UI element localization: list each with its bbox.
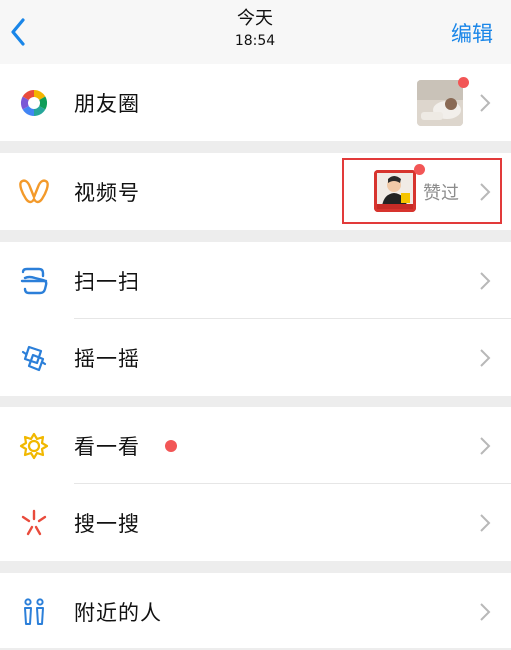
list-item-people-nearby[interactable]: 附近的人 [0, 573, 511, 650]
top-stories-badge [165, 440, 177, 452]
group-scan-shake: 扫一扫 摇一摇 [0, 242, 511, 396]
group-channels: 视频号 赞过 [0, 153, 511, 230]
channels-label: 视频号 [74, 180, 140, 205]
chevron-right-icon [480, 513, 491, 532]
chevron-right-icon [480, 182, 491, 201]
shake-label: 摇一摇 [74, 346, 140, 371]
group-moments: 朋友圈 [0, 64, 511, 141]
channels-badge [414, 164, 425, 175]
group-stories-search: 看一看 搜一搜 [0, 407, 511, 561]
people-nearby-label: 附近的人 [74, 600, 162, 625]
top-stories-icon [18, 430, 50, 462]
chevron-right-icon [480, 93, 491, 112]
nav-title-block: 今天 18:54 [155, 8, 355, 50]
moments-label: 朋友圈 [74, 91, 140, 116]
moments-thumbnail [417, 80, 463, 126]
group-nearby: 附近的人 [0, 573, 511, 648]
channels-icon [18, 176, 50, 208]
list-item-search[interactable]: 搜一搜 [0, 484, 511, 561]
top-stories-label: 看一看 [74, 434, 140, 459]
list-item-top-stories[interactable]: 看一看 [0, 407, 511, 484]
search-icon [18, 507, 50, 539]
chevron-left-icon [11, 18, 25, 46]
chevron-right-icon [480, 348, 491, 367]
back-button[interactable] [4, 12, 32, 52]
nav-title: 今天 [237, 8, 273, 29]
scan-label: 扫一扫 [74, 269, 140, 294]
moments-badge [458, 77, 469, 88]
navigation-bar: 今天 18:54 编辑 [0, 0, 511, 64]
shake-icon [18, 342, 50, 374]
people-nearby-icon [18, 596, 50, 628]
list-item-shake[interactable]: 摇一摇 [0, 319, 511, 396]
channels-status: 赞过 [423, 182, 459, 204]
edit-button[interactable]: 编辑 [451, 18, 493, 48]
channels-thumbnail [374, 170, 416, 212]
chevron-right-icon [480, 271, 491, 290]
chevron-right-icon [480, 602, 491, 621]
moments-icon [18, 87, 50, 119]
search-label: 搜一搜 [74, 511, 140, 536]
list-item-scan[interactable]: 扫一扫 [0, 242, 511, 319]
list-item-moments[interactable]: 朋友圈 [0, 64, 511, 141]
nav-time: 18:54 [234, 33, 276, 49]
scan-icon [18, 265, 50, 297]
chevron-right-icon [480, 436, 491, 455]
list-item-channels[interactable]: 视频号 赞过 [0, 153, 511, 230]
